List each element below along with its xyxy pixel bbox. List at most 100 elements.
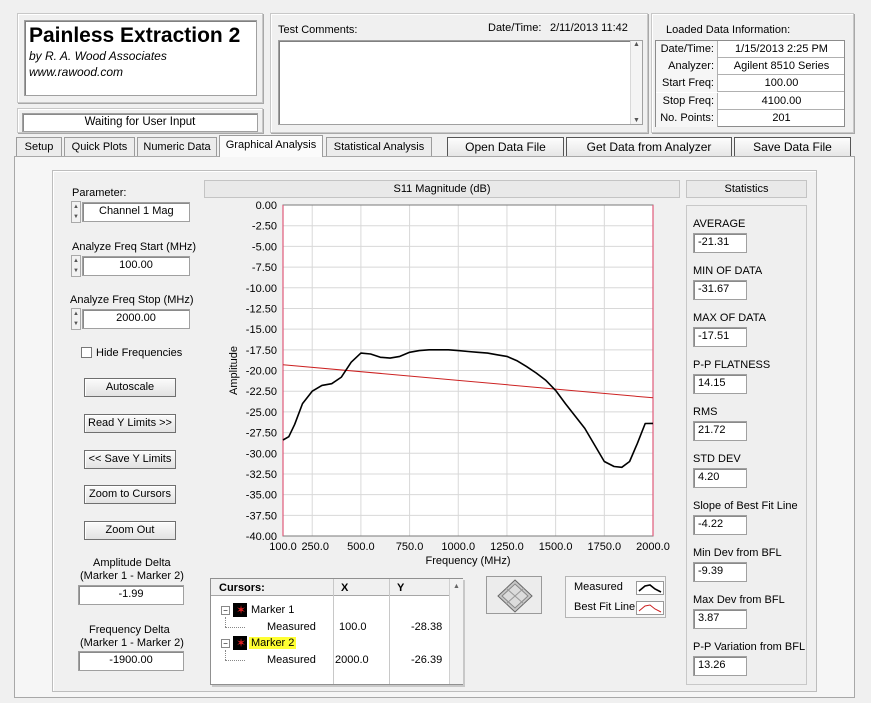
loaded-info-label: No. Points:: [656, 109, 718, 127]
y-tick-label: -30.00: [246, 448, 277, 460]
y-tick-label: -17.50: [246, 345, 277, 357]
loaded-info-row: Analyzer: Agilent 8510 Series: [656, 58, 844, 76]
stat-label: Min Dev from BFL: [693, 547, 782, 559]
stat-label: MAX OF DATA: [693, 312, 766, 324]
y-tick-label: -27.50: [246, 428, 277, 440]
read-y-limits-button[interactable]: Read Y Limits >>: [84, 414, 176, 433]
diamond-pad-icon[interactable]: [487, 577, 543, 615]
loaded-info-title: Loaded Data Information:: [666, 24, 791, 36]
stat-label: MIN OF DATA: [693, 265, 763, 277]
loaded-info-row: Stop Freq: 4100.00: [656, 92, 844, 110]
y-tick-label: -15.00: [246, 324, 277, 336]
cursor-header-x: X: [341, 582, 349, 594]
freq-stop-spinner[interactable]: ▲ ▼: [71, 308, 81, 330]
parameter-spinner[interactable]: ▲ ▼: [71, 201, 81, 223]
title-panel: Painless Extraction 2 by R. A. Wood Asso…: [17, 13, 263, 103]
stat-value: 3.87: [693, 609, 747, 629]
x-tick-label: 1750.0: [587, 541, 621, 553]
tab-numeric-data[interactable]: Numeric Data: [137, 137, 217, 157]
autoscale-button[interactable]: Autoscale: [84, 378, 176, 397]
save-y-limits-button[interactable]: << Save Y Limits: [84, 450, 176, 469]
statistics-title-bar: Statistics: [686, 180, 807, 198]
cursor-marker-1-name[interactable]: Marker 1: [251, 604, 294, 616]
cursor-marker-2-name[interactable]: Marker 2: [249, 637, 297, 649]
chart-title: S11 Magnitude (dB): [393, 183, 491, 195]
y-tick-label: -35.00: [246, 490, 277, 502]
zoom-out-button[interactable]: Zoom Out: [84, 521, 176, 540]
stat-value: -4.22: [693, 515, 747, 535]
website: www.rawood.com: [29, 65, 124, 79]
loaded-info-label: Date/Time:: [656, 41, 718, 58]
get-data-from-analyzer-button[interactable]: Get Data from Analyzer: [566, 137, 732, 157]
stat-label: Max Dev from BFL: [693, 594, 785, 606]
zoom-to-cursors-button[interactable]: Zoom to Cursors: [84, 485, 176, 504]
x-tick-label: 250.0: [301, 541, 329, 553]
scroll-down-icon[interactable]: ▼: [631, 117, 642, 124]
loaded-info-row: No. Points: 201: [656, 109, 844, 127]
expand-marker-2-icon[interactable]: −: [221, 639, 230, 648]
cursor-marker-1-sub: Measured: [267, 621, 316, 633]
amplitude-delta-value: -1.99: [78, 585, 184, 605]
s11-chart[interactable]: 0.00 -2.50 -5.00 -7.50 -10.00 -12.50 -15.00 -17…: [204, 200, 680, 572]
cursor-marker-2-y: -26.39: [411, 654, 443, 666]
tab-setup[interactable]: Setup: [16, 137, 62, 157]
comments-textarea[interactable]: ▲ ▼: [278, 40, 643, 125]
freq-stop-label: Analyze Freq Stop (MHz): [70, 294, 194, 306]
loaded-info-label: Start Freq:: [656, 75, 718, 93]
cursor-marker-1-y: -28.38: [411, 621, 443, 633]
stat-value: 14.15: [693, 374, 747, 394]
parameter-select[interactable]: Channel 1 Mag: [82, 202, 190, 222]
stat-label: STD DEV: [693, 453, 741, 465]
scroll-up-icon[interactable]: ▲: [631, 41, 642, 48]
freq-stop-input[interactable]: 2000.00: [82, 309, 190, 329]
cursor-table-scrollbar[interactable]: ▲: [449, 579, 463, 684]
hide-frequencies-checkbox[interactable]: [81, 347, 92, 358]
y-tick-label: -32.50: [246, 469, 277, 481]
loaded-info-label: Analyzer:: [656, 58, 718, 76]
tab-quick-plots[interactable]: Quick Plots: [64, 137, 135, 157]
open-data-file-button[interactable]: Open Data File: [447, 137, 564, 157]
frequency-delta-value: -1900.00: [78, 651, 184, 671]
hide-frequencies-label: Hide Frequencies: [96, 347, 183, 359]
x-tick-label: 750.0: [396, 541, 424, 553]
frequency-delta-label: Frequency Delta: [89, 624, 170, 636]
stat-value: -17.51: [693, 327, 747, 347]
y-tick-label: -7.50: [252, 262, 277, 274]
statistics-panel: AVERAGE -21.31 MIN OF DATA -31.67 MAX OF DAT…: [686, 205, 807, 685]
x-tick-label: 100.0: [269, 541, 297, 553]
tab-graphical-analysis[interactable]: Graphical Analysis: [219, 135, 323, 157]
expand-marker-1-icon[interactable]: −: [221, 606, 230, 615]
loaded-info-value: 100.00: [764, 77, 799, 90]
cursor-header-y: Y: [397, 582, 405, 594]
cursor-move-control[interactable]: [486, 576, 542, 614]
stat-label: Slope of Best Fit Line: [693, 500, 798, 512]
x-axis-label: Frequency (MHz): [426, 555, 511, 567]
parameter-label: Parameter:: [72, 187, 127, 199]
stat-label: P-P FLATNESS: [693, 359, 771, 371]
y-tick-label: -20.00: [246, 366, 277, 378]
loaded-info-row: Start Freq: 100.00: [656, 75, 844, 93]
chart-container: 0.00 -2.50 -5.00 -7.50 -10.00 -12.50 -15.00 -17…: [204, 200, 680, 572]
loaded-info-value: 201: [772, 111, 791, 124]
stat-label: P-P Variation from BFL: [693, 641, 806, 653]
x-tick-label: 1250.0: [490, 541, 524, 553]
scroll-up-icon[interactable]: ▲: [450, 583, 463, 590]
status-text: Waiting for User Input: [22, 113, 258, 132]
y-tick-label: -22.50: [246, 386, 277, 398]
chart-title-bar: S11 Magnitude (dB): [204, 180, 680, 198]
comments-scrollbar[interactable]: ▲ ▼: [630, 41, 642, 124]
legend-bestfit-swatch: [636, 601, 664, 615]
datetime-value: 2/11/2013 11:42: [550, 22, 628, 34]
amplitude-delta-sublabel: (Marker 1 - Marker 2): [80, 570, 184, 582]
stat-value: 4.20: [693, 468, 747, 488]
y-axis-label: Amplitude: [228, 346, 240, 395]
loaded-info-row: Date/Time: 1/15/2013 2:25 PM: [656, 41, 844, 58]
save-data-file-button[interactable]: Save Data File: [734, 137, 851, 157]
freq-start-spinner[interactable]: ▲ ▼: [71, 255, 81, 277]
x-tick-label: 500.0: [347, 541, 375, 553]
freq-start-input[interactable]: 100.00: [82, 256, 190, 276]
cursor-header-label: Cursors:: [219, 582, 265, 594]
tab-statistical-analysis[interactable]: Statistical Analysis: [326, 137, 432, 157]
plot-legend: Measured Best Fit Line: [565, 576, 666, 618]
datetime-label: Date/Time:: [488, 22, 542, 34]
